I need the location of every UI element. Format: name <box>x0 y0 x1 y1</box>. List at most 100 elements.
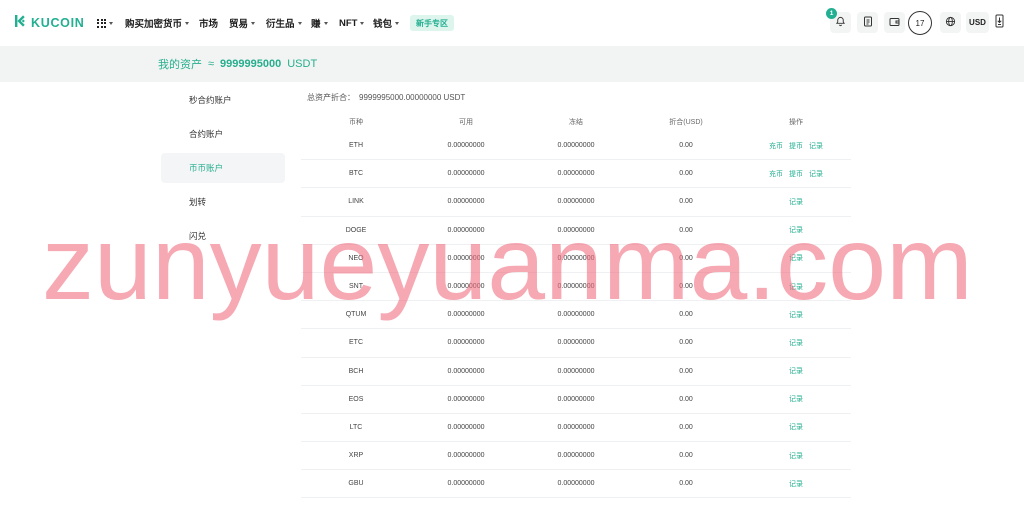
table-row: DOGE 0.00000000 0.00000000 0.00 记录 <box>301 217 851 245</box>
frozen-cell: 0.00000000 <box>557 367 595 375</box>
coin-cell: QTUM <box>345 311 367 319</box>
available-cell: 0.00000000 <box>447 142 485 150</box>
table-row: QTUM 0.00000000 0.00000000 0.00 记录 <box>301 301 851 330</box>
column-header-available: 可用 <box>459 119 473 126</box>
coin-cell: GBU <box>348 480 364 488</box>
actions-cell: 记录 <box>741 253 851 263</box>
top-navbar: KUCOIN 购买加密货币 市场 贸易 衍生品 赚 NFT 钱包 新手专区 1 … <box>0 0 1024 46</box>
nav-label: NFT <box>339 17 358 29</box>
frozen-cell: 0.00000000 <box>557 170 595 178</box>
frozen-cell: 0.00000000 <box>557 480 595 488</box>
actions-cell: 充币 提币 记录 <box>741 141 851 151</box>
assets-amount: 9999995000 <box>220 58 282 70</box>
sidebar-item-transfer[interactable]: 划转 <box>161 187 285 217</box>
deposit-link[interactable]: 充币 <box>769 169 783 179</box>
coin-cell: LTC <box>349 423 363 431</box>
available-cell: 0.00000000 <box>447 311 485 319</box>
usd-value-cell: 0.00 <box>679 170 693 178</box>
sidebar-item-second-contract-account[interactable]: 秒合约账户 <box>161 85 285 115</box>
sidebar-item-contract-account[interactable]: 合约账户 <box>161 119 285 149</box>
phone-download-icon <box>995 14 1004 32</box>
records-link[interactable]: 记录 <box>789 282 803 292</box>
records-link[interactable]: 记录 <box>789 310 803 320</box>
usd-value-cell: 0.00 <box>679 423 693 431</box>
grid-menu-button[interactable] <box>97 0 113 46</box>
nav-label: 购买加密货币 <box>125 19 183 30</box>
sidebar-item-label: 划转 <box>189 197 207 207</box>
chevron-down-icon <box>323 21 328 25</box>
records-link[interactable]: 记录 <box>789 394 803 404</box>
actions-cell: 充币 提币 记录 <box>741 169 851 179</box>
nav-earn[interactable]: 赚 <box>311 0 328 46</box>
records-link[interactable]: 记录 <box>789 366 803 376</box>
nav-wallet[interactable]: 钱包 <box>373 0 400 46</box>
frozen-cell: 0.00000000 <box>557 395 595 403</box>
wallet-button[interactable] <box>884 12 905 33</box>
language-button[interactable] <box>940 12 961 33</box>
user-avatar[interactable]: 17 <box>908 11 932 35</box>
available-cell: 0.00000000 <box>447 395 485 403</box>
available-cell: 0.00000000 <box>447 367 485 375</box>
usd-value-cell: 0.00 <box>679 226 693 234</box>
usd-value-cell: 0.00 <box>679 452 693 460</box>
deposit-link[interactable]: 充币 <box>769 141 783 151</box>
frozen-cell: 0.00000000 <box>557 423 595 431</box>
page: KUCOIN 购买加密货币 市场 贸易 衍生品 赚 NFT 钱包 新手专区 1 … <box>0 0 1024 505</box>
sidebar-item-spot-account[interactable]: 币币账户 <box>161 153 285 183</box>
available-cell: 0.00000000 <box>447 254 485 262</box>
coin-cell: NEO <box>348 254 364 262</box>
records-link[interactable]: 记录 <box>789 479 803 489</box>
coin-cell: DOGE <box>345 226 367 234</box>
bell-icon <box>835 14 846 32</box>
coin-cell: ETC <box>349 339 363 347</box>
total-assets-value: 9999995000.00000000 USDT <box>359 93 466 102</box>
table-row: GBU 0.00000000 0.00000000 0.00 记录 <box>301 470 851 499</box>
coin-cell: ETH <box>349 142 363 150</box>
nav-label: 贸易 <box>229 19 249 30</box>
app-download-button[interactable] <box>995 14 1004 28</box>
newbie-zone-button[interactable]: 新手专区 <box>410 15 454 31</box>
kucoin-logo[interactable]: KUCOIN <box>13 14 85 32</box>
column-header-usd-value: 折合(USD) <box>669 119 703 126</box>
actions-cell: 记录 <box>741 422 851 432</box>
nav-derivatives[interactable]: 衍生品 <box>266 0 302 46</box>
records-link[interactable]: 记录 <box>809 141 823 151</box>
total-assets-label: 总资产折合： <box>307 93 355 102</box>
usd-value-cell: 0.00 <box>679 254 693 262</box>
records-link[interactable]: 记录 <box>789 253 803 263</box>
sidebar-item-flash-swap[interactable]: 闪兑 <box>161 221 285 251</box>
nav-markets[interactable]: 市场 <box>199 0 218 46</box>
table-row: LTC 0.00000000 0.00000000 0.00 记录 <box>301 414 851 443</box>
coin-cell: LINK <box>348 198 364 206</box>
usd-value-cell: 0.00 <box>679 367 693 375</box>
currency-selector[interactable]: USD <box>966 12 989 33</box>
available-cell: 0.00000000 <box>447 198 485 206</box>
assets-table: 币种 可用 冻结 折合(USD) 操作 ETH 0.00000000 0.00000… <box>301 112 851 499</box>
coin-cell: SNT <box>349 283 363 291</box>
nav-trade[interactable]: 贸易 <box>229 0 256 46</box>
coin-cell: EOS <box>348 395 364 403</box>
table-row: BTC 0.00000000 0.00000000 0.00 充币 提币 记录 <box>301 160 851 189</box>
chevron-down-icon <box>251 21 256 25</box>
actions-cell: 记录 <box>741 366 851 376</box>
withdraw-link[interactable]: 提币 <box>789 141 803 151</box>
records-link[interactable]: 记录 <box>789 225 803 235</box>
nav-buy-crypto[interactable]: 购买加密货币 <box>125 0 190 46</box>
actions-cell: 记录 <box>741 282 851 292</box>
withdraw-link[interactable]: 提币 <box>789 169 803 179</box>
records-link[interactable]: 记录 <box>809 169 823 179</box>
actions-cell: 记录 <box>741 197 851 207</box>
coin-cell: BCH <box>348 367 364 375</box>
records-link[interactable]: 记录 <box>789 338 803 348</box>
nav-label: 衍生品 <box>266 19 295 30</box>
total-assets: 总资产折合： 9999995000.00000000 USDT <box>307 92 465 103</box>
sidebar-item-label: 币币账户 <box>189 163 224 173</box>
records-link[interactable]: 记录 <box>789 451 803 461</box>
records-link[interactable]: 记录 <box>789 197 803 207</box>
available-cell: 0.00000000 <box>447 283 485 291</box>
nav-nft[interactable]: NFT <box>339 0 365 46</box>
orders-button[interactable] <box>857 12 878 33</box>
available-cell: 0.00000000 <box>447 423 485 431</box>
records-link[interactable]: 记录 <box>789 422 803 432</box>
frozen-cell: 0.00000000 <box>557 198 595 206</box>
